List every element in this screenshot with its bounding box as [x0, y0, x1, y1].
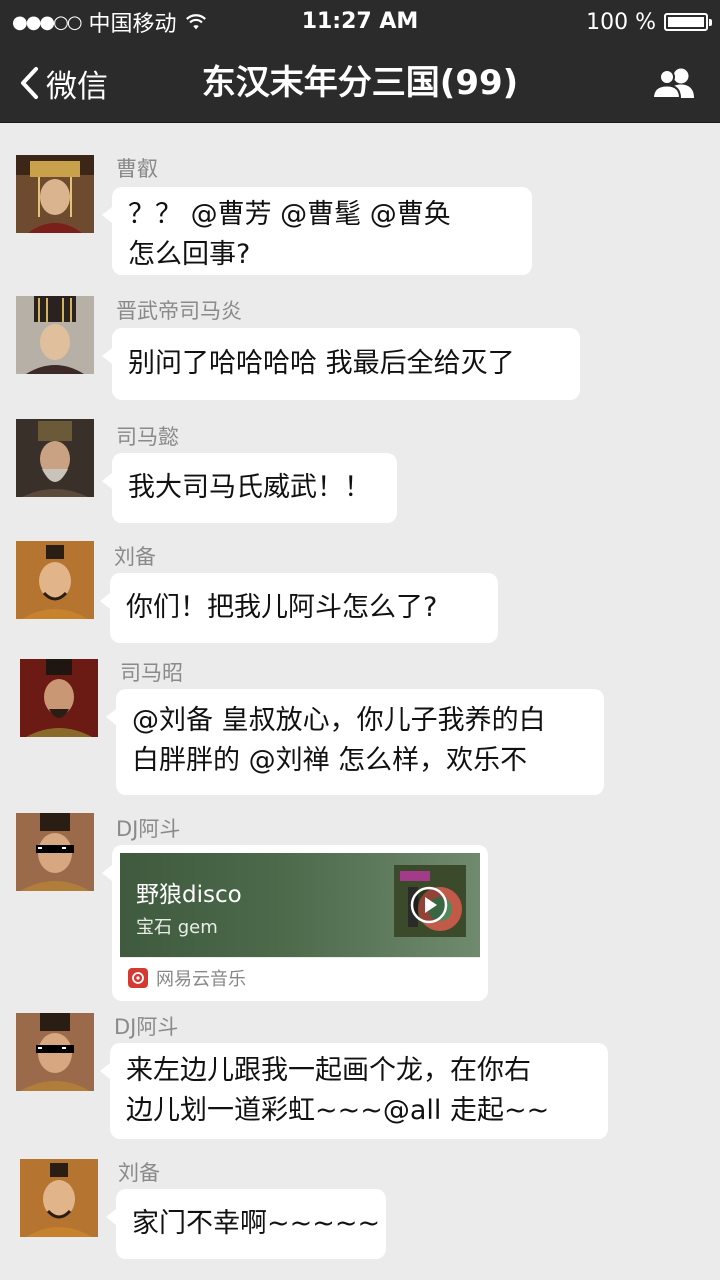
message-text: 我大司马氏威武！！	[128, 472, 371, 503]
battery-fill	[668, 17, 704, 27]
chat-message: 刘备 你们！把我儿阿斗怎么了?	[0, 525, 720, 645]
chat-message: DJ阿斗 野狼disco 宝石 gem 网易云音乐	[0, 805, 720, 1005]
message-text: 边儿划一道彩虹~~~@all 走起~~	[126, 1095, 550, 1126]
avatar[interactable]	[20, 659, 98, 737]
sender-name: 司马懿	[116, 425, 179, 449]
sender-name: 晋武帝司马炎	[116, 299, 242, 323]
sender-name: 刘备	[114, 545, 156, 569]
chat-message-body: DJ阿斗 来左边儿跟我一起画个龙，在你右 边儿划一道彩虹~~~@all 走起~~	[0, 1005, 720, 1155]
battery-icon	[664, 13, 712, 31]
chat-message: 晋武帝司马炎 别问了哈哈哈哈 我最后全给灭了	[0, 278, 720, 403]
avatar[interactable]	[16, 155, 94, 233]
message-bubble[interactable]: 家门不幸啊~~~~~	[106, 1189, 386, 1259]
avatar[interactable]	[16, 813, 94, 891]
group-members-icon[interactable]	[650, 66, 698, 100]
message-text: 家门不幸啊~~~~~	[132, 1208, 381, 1239]
message-text: @刘备 皇叔放心，你儿子我养的白	[132, 705, 546, 736]
message-text: 你们！把我儿阿斗怎么了?	[126, 592, 438, 623]
message-text: 别问了哈哈哈哈 我最后全给灭了	[128, 348, 515, 379]
netease-music-icon	[128, 968, 148, 988]
song-title: 野狼disco	[136, 882, 242, 908]
message-text: ？？ @曹芳 @曹髦 @曹奂	[128, 199, 451, 230]
message-bubble[interactable]: ？？ @曹芳 @曹髦 @曹奂 怎么回事?	[102, 187, 532, 275]
message-bubble[interactable]: @刘备 皇叔放心，你儿子我养的白 白胖胖的 @刘禅 怎么样，欢乐不	[106, 689, 604, 795]
status-bar: ●●●○○ 中国移动 11:27 AM 100 %	[0, 0, 720, 44]
message-bubble[interactable]: 来左边儿跟我一起画个龙，在你右 边儿划一道彩虹~~~@all 走起~~	[100, 1043, 608, 1139]
card-footer: 网易云音乐	[120, 957, 480, 998]
battery-percent: 100 %	[586, 9, 656, 35]
avatar[interactable]	[16, 296, 94, 374]
nav-bar: 微信 东汉末年分三国(99)	[0, 44, 720, 123]
message-bubble[interactable]: 我大司马氏威武！！	[102, 453, 397, 523]
avatar[interactable]	[16, 541, 94, 619]
message-bubble[interactable]: 别问了哈哈哈哈 我最后全给灭了	[102, 328, 580, 400]
message-text: 来左边儿跟我一起画个龙，在你右	[126, 1055, 531, 1086]
message-bubble[interactable]: 你们！把我儿阿斗怎么了?	[100, 573, 498, 643]
message-text: 怎么回事?	[128, 239, 251, 270]
music-card[interactable]: 野狼disco 宝石 gem 网易云音乐	[102, 845, 488, 1001]
chat-title: 东汉末年分三国(99)	[201, 63, 519, 103]
play-icon[interactable]	[410, 886, 448, 924]
chat-message: 曹叡 ？？ @曹芳 @曹髦 @曹奂 怎么回事?	[0, 123, 720, 278]
music-source-label: 网易云音乐	[156, 969, 246, 990]
sender-name: 司马昭	[120, 661, 183, 685]
sender-name: DJ阿斗	[114, 1015, 179, 1039]
chat-message: 司马懿 我大司马氏威武！！	[0, 403, 720, 525]
chat-list[interactable]: 曹叡 ？？ @曹芳 @曹髦 @曹奂 怎么回事? 晋武帝司马炎 别问了哈哈哈哈 我…	[0, 123, 720, 1280]
music-card-media[interactable]: 野狼disco 宝石 gem	[120, 853, 480, 957]
message-text: 白胖胖的 @刘禅 怎么样，欢乐不	[132, 745, 528, 776]
song-artist: 宝石 gem	[136, 917, 218, 938]
avatar[interactable]	[20, 1159, 98, 1237]
status-right: 100 %	[586, 6, 712, 38]
sender-name: 刘备	[118, 1161, 160, 1185]
avatar[interactable]	[16, 419, 94, 497]
sender-name: 曹叡	[116, 157, 158, 181]
chat-message: 司马昭 @刘备 皇叔放心，你儿子我养的白 白胖胖的 @刘禅 怎么样，欢乐不	[0, 645, 720, 805]
chat-message: 刘备 家门不幸啊~~~~~	[0, 1155, 720, 1280]
sender-name: DJ阿斗	[116, 817, 181, 841]
